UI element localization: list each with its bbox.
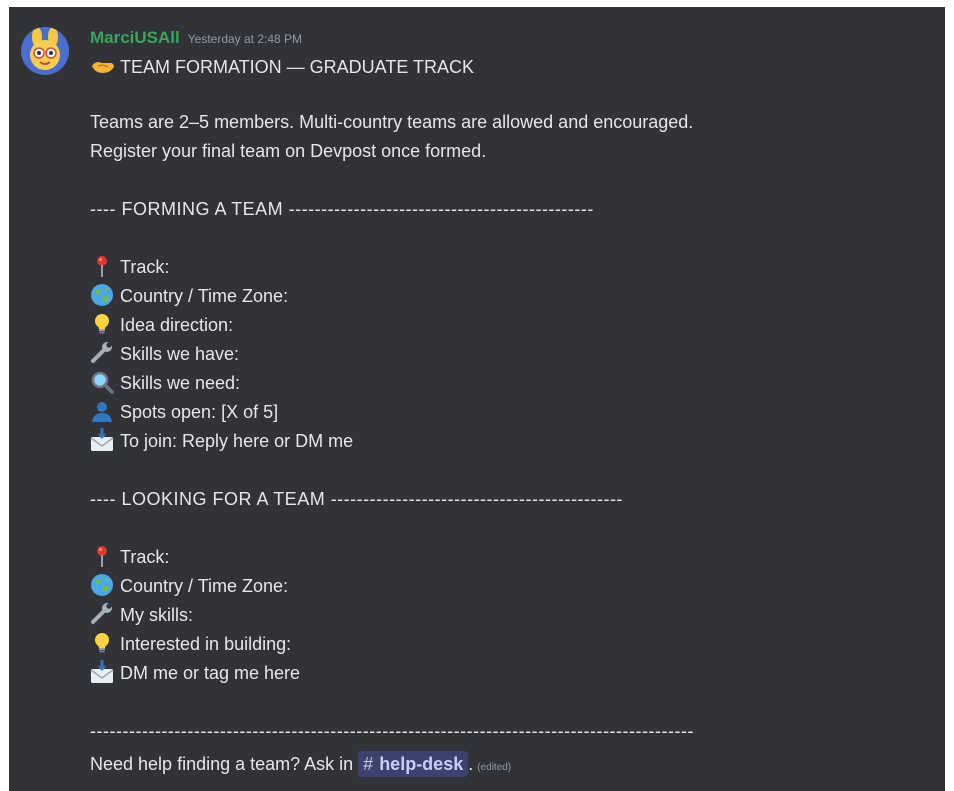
list-item-text: Spots open: [X of 5] — [120, 402, 279, 422]
message-header: MarciUSAll Yesterday at 2:48 PM — [90, 28, 930, 52]
avatar[interactable] — [21, 27, 69, 75]
username[interactable]: MarciUSAll — [90, 28, 180, 48]
round-pushpin-icon — [90, 254, 118, 278]
list-item-text: Track: — [120, 257, 170, 277]
list-item-text: Idea direction: — [120, 315, 234, 335]
envelope-with-arrow-icon — [90, 428, 118, 452]
list-item-text: To join: Reply here or DM me — [120, 431, 354, 451]
list-item: Idea direction: — [90, 311, 930, 340]
magnifying-glass-icon — [90, 370, 118, 394]
message-title-text: TEAM FORMATION — GRADUATE TRACK — [120, 57, 475, 77]
forming-section-header: ---- FORMING A TEAM --------------------… — [90, 199, 594, 219]
chat-message-pane: MarciUSAll Yesterday at 2:48 PM TEAM FOR… — [9, 7, 945, 791]
looking-list: Track: Country / Time Zone: My skills: Inte… — [90, 543, 930, 688]
list-item: DM me or tag me here — [90, 659, 930, 688]
forming-list: Track: Country / Time Zone: Idea direction… — [90, 253, 930, 456]
list-item-text: Skills we have: — [120, 344, 240, 364]
list-item-text: Country / Time Zone: — [120, 286, 289, 306]
footer-text: Need help finding a team? Ask in — [90, 754, 359, 774]
light-bulb-icon — [90, 312, 118, 336]
list-item: Skills we have: — [90, 340, 930, 369]
message-body: MarciUSAll Yesterday at 2:48 PM TEAM FOR… — [90, 28, 930, 779]
timestamp[interactable]: Yesterday at 2:48 PM — [188, 32, 302, 46]
wrench-icon — [90, 341, 118, 365]
message-title: TEAM FORMATION — GRADUATE TRACK — [90, 53, 930, 82]
list-item: Track: — [90, 253, 930, 282]
list-item-text: Track: — [120, 547, 170, 567]
channel-name: help-desk — [379, 754, 464, 774]
handshake-icon — [90, 54, 118, 78]
looking-section-header: ---- LOOKING FOR A TEAM ----------------… — [90, 489, 623, 509]
list-item: To join: Reply here or DM me — [90, 427, 930, 456]
edited-label: (edited) — [477, 762, 512, 773]
list-item-text: DM me or tag me here — [120, 663, 301, 683]
intro-line: Register your final team on Devpost once… — [90, 141, 487, 161]
list-item-text: Skills we need: — [120, 373, 241, 393]
list-item: Spots open: [X of 5] — [90, 398, 930, 427]
list-item: Interested in building: — [90, 630, 930, 659]
hash-icon: # — [363, 754, 374, 774]
envelope-with-arrow-icon — [90, 660, 118, 684]
globe-icon — [90, 573, 118, 597]
footer-line: Need help finding a team? Ask in # help-d… — [90, 750, 930, 779]
list-item: My skills: — [90, 601, 930, 630]
list-item: Country / Time Zone: — [90, 572, 930, 601]
list-item: Country / Time Zone: — [90, 282, 930, 311]
divider-line: ----------------------------------------… — [90, 721, 694, 741]
bust-silhouette-icon — [90, 399, 118, 423]
wrench-icon — [90, 602, 118, 626]
list-item: Track: — [90, 543, 930, 572]
globe-icon — [90, 283, 118, 307]
list-item-text: Interested in building: — [120, 634, 292, 654]
footer-period: . — [468, 754, 474, 774]
list-item-text: My skills: — [120, 605, 193, 625]
light-bulb-icon — [90, 631, 118, 655]
channel-mention-help-desk[interactable]: # help-desk — [358, 751, 469, 777]
intro-line: Teams are 2–5 members. Multi-country tea… — [90, 112, 694, 132]
list-item-text: Country / Time Zone: — [120, 576, 289, 596]
list-item: Skills we need: — [90, 369, 930, 398]
round-pushpin-icon — [90, 544, 118, 568]
